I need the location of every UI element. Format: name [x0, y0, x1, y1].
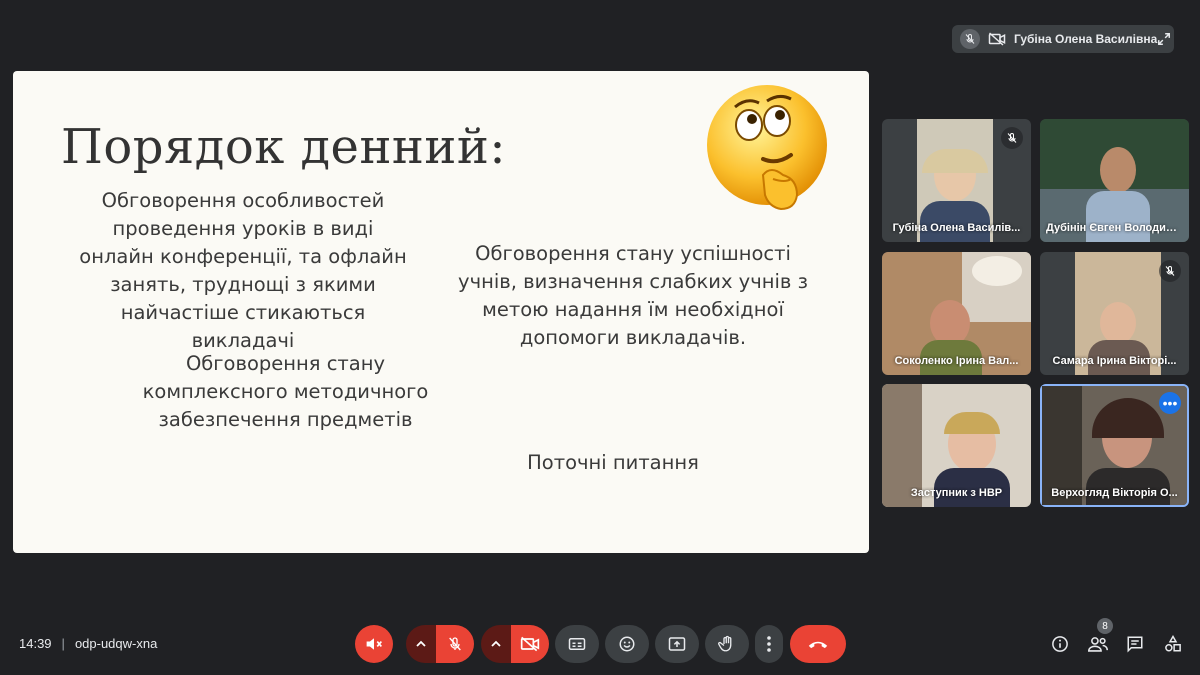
camera-off-icon [520, 636, 540, 652]
participant-tile[interactable]: ••• Верхогляд Вікторія О... [1040, 384, 1189, 507]
participant-name: Самара Ірина Вікторі... [1052, 355, 1177, 367]
chevron-up-icon [491, 640, 501, 647]
captions-icon [568, 638, 586, 650]
presenter-camera-off-icon [988, 29, 1006, 49]
participant-tile[interactable]: Соколенко Ірина Вал... [882, 252, 1031, 375]
mic-off-icon [1001, 127, 1023, 149]
more-options-button[interactable] [755, 625, 783, 663]
participant-name: Соколенко Ірина Вал... [894, 355, 1019, 367]
activities-icon [1165, 635, 1181, 652]
participant-name: Заступник з НВР [910, 487, 1003, 499]
present-screen-icon [668, 637, 686, 651]
chat-icon [1127, 636, 1143, 653]
camera-options-button[interactable] [481, 625, 511, 663]
participant-name: Губіна Олена Василів... [892, 222, 1021, 234]
speaker-mute-button[interactable] [355, 625, 393, 663]
presentation-slide: Порядок денний: Обговорення особливостей… [13, 71, 869, 553]
activities-button[interactable] [1162, 633, 1184, 655]
info-icon [1052, 636, 1068, 652]
mic-off-icon [449, 637, 461, 651]
present-button[interactable] [655, 625, 699, 663]
thinking-emoji-icon [707, 85, 827, 211]
people-count-badge: 8 [1097, 618, 1113, 634]
meeting-code: odp-udqw-xna [74, 636, 158, 651]
participant-tile[interactable]: Губіна Олена Василів... [882, 119, 1031, 242]
slide-title: Порядок денний: [61, 119, 507, 175]
leave-call-button[interactable] [790, 625, 846, 663]
clock-time: 14:39 [19, 636, 52, 651]
reactions-button[interactable] [605, 625, 649, 663]
participant-name: Верхогляд Вікторія О... [1051, 487, 1178, 499]
phone-hangup-icon [808, 641, 828, 649]
presenter-chip: Губіна Олена Василівна [952, 25, 1174, 53]
more-options-icon[interactable]: ••• [1159, 392, 1181, 414]
slide-item-1: Обговорення особливостей проведення урок… [79, 189, 407, 352]
raise-hand-button[interactable] [705, 625, 749, 663]
presenter-mic-off-icon [960, 29, 980, 49]
slide-item-2: Обговорення стану комплексного методично… [142, 352, 429, 431]
participant-tile[interactable]: Самара Ірина Вікторі... [1040, 252, 1189, 375]
meeting-info: 14:39 | odp-udqw-xna [19, 636, 157, 651]
mic-toggle-button[interactable] [436, 625, 474, 663]
expand-icon[interactable] [1157, 29, 1171, 49]
meeting-details-button[interactable] [1049, 633, 1071, 655]
participant-tile[interactable]: Заступник з НВР [882, 384, 1031, 507]
mic-off-icon [1159, 260, 1181, 282]
people-icon [1088, 637, 1108, 652]
hand-icon [718, 635, 732, 652]
chat-button[interactable] [1124, 633, 1146, 655]
presenter-name: Губіна Олена Василівна [1014, 32, 1158, 46]
people-button[interactable] [1087, 633, 1109, 655]
speaker-off-icon [366, 638, 382, 650]
slide-item-3: Обговорення стану успішності учнів, визн… [458, 242, 808, 349]
captions-button[interactable] [555, 625, 599, 663]
camera-toggle-button[interactable] [511, 625, 549, 663]
participant-tile[interactable]: Дубінін Євген Володимиров... [1040, 119, 1189, 242]
separator: | [61, 636, 65, 651]
emoji-icon [619, 636, 635, 652]
slide-item-4: Поточні питання [527, 451, 699, 474]
participant-name: Дубінін Євген Володимиров... [1046, 222, 1189, 234]
more-vert-icon [767, 636, 771, 652]
chevron-up-icon [416, 640, 426, 647]
mic-options-button[interactable] [406, 625, 436, 663]
